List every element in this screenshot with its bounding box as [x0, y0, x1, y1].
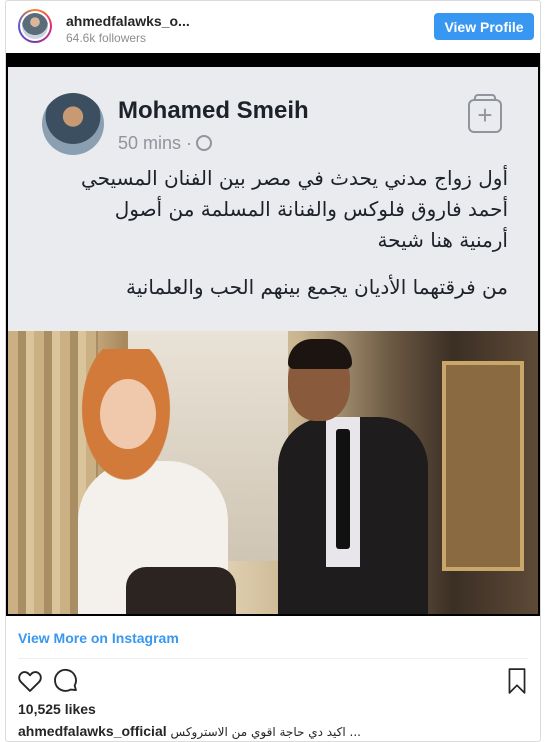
- comment-icon[interactable]: [52, 667, 80, 700]
- fb-text-line: أول زواج مدني يحدث في مصر بين الفنان الم…: [80, 166, 508, 190]
- facebook-post-screenshot: Mohamed Smeih 50 mins · + أول زواج مدني …: [8, 67, 538, 331]
- profile-username[interactable]: ahmedfalawks_o...: [66, 13, 190, 29]
- follower-count: 64.6k followers: [66, 31, 147, 45]
- profile-avatar[interactable]: [18, 9, 52, 43]
- caption-text: اكيد دي حاجة اقوي من الاستروكس ...: [170, 725, 361, 739]
- couple-photo: [8, 331, 538, 614]
- view-profile-button[interactable]: View Profile: [434, 13, 534, 40]
- globe-icon: [196, 135, 213, 151]
- avatar-image: [22, 13, 48, 39]
- view-more-link[interactable]: View More on Instagram: [18, 630, 179, 646]
- add-friend-icon: +: [468, 94, 502, 133]
- fb-text-line: من فرقتهما الأديان يجمع بينهم الحب والعل…: [126, 275, 508, 299]
- heart-icon[interactable]: [16, 667, 44, 700]
- post-media[interactable]: Mohamed Smeih 50 mins · + أول زواج مدني …: [6, 53, 540, 616]
- fb-text-line: أحمد فاروق فلوكس والفنانة المسلمة من أصو…: [114, 197, 508, 221]
- post-header: ahmedfalawks_o... 64.6k followers View P…: [6, 1, 540, 53]
- instagram-embed-card: ahmedfalawks_o... 64.6k followers View P…: [5, 0, 541, 742]
- post-caption: ahmedfalawks_official اكيد دي حاجة اقوي …: [18, 723, 361, 739]
- fb-text-line: أرمنية هنا شيحة: [377, 228, 508, 252]
- bookmark-icon[interactable]: [504, 667, 530, 700]
- fb-time-text: 50 mins ·: [118, 133, 193, 153]
- fb-author-name: Mohamed Smeih: [118, 97, 309, 124]
- fb-post-time: 50 mins ·: [118, 133, 213, 154]
- wall-painting: [442, 361, 524, 571]
- caption-username[interactable]: ahmedfalawks_official: [18, 723, 167, 739]
- like-count: 10,525 likes: [18, 701, 96, 717]
- fb-post-text: أول زواج مدني يحدث في مصر بين الفنان الم…: [38, 163, 508, 303]
- divider: [18, 658, 528, 659]
- fb-author-avatar: [42, 93, 104, 155]
